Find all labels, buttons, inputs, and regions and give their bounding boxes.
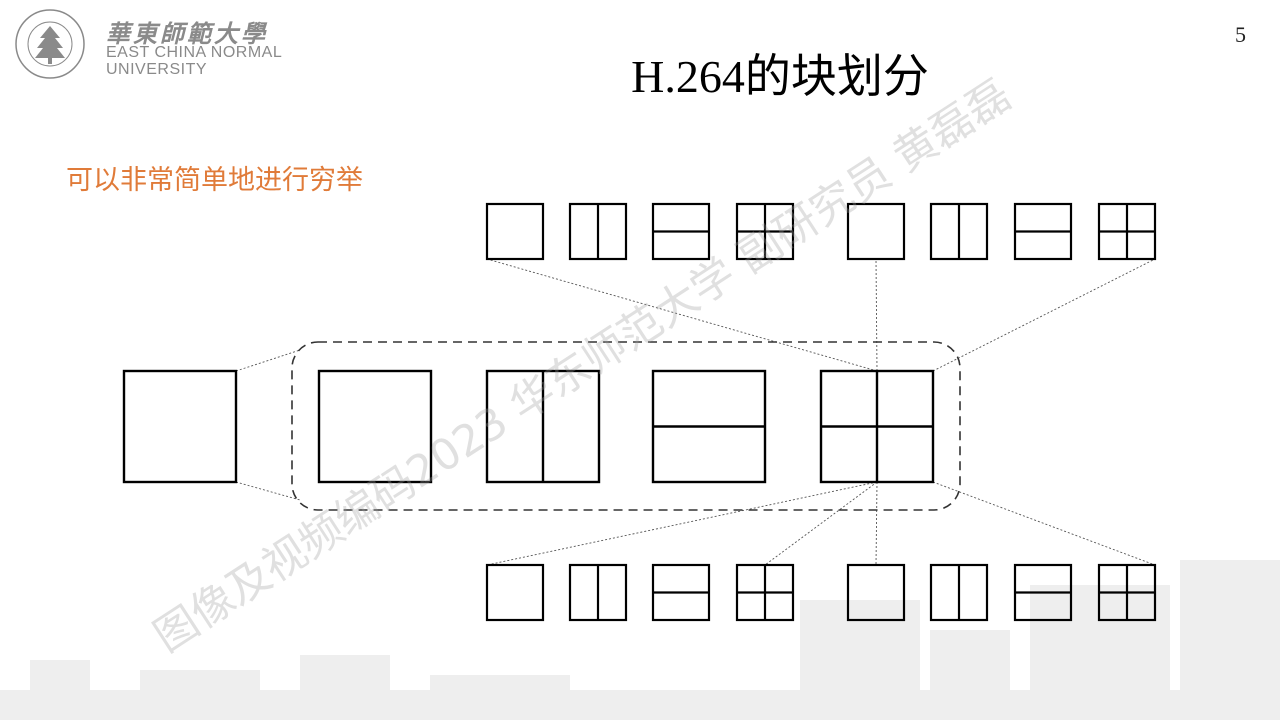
connector-bot-5: [875, 481, 878, 566]
block-root: [122, 369, 238, 484]
connector-bot-4: [764, 481, 878, 566]
connector-bot-8: [932, 481, 1156, 566]
connector-root-top: [235, 349, 301, 372]
block-bot-6: [929, 563, 989, 622]
block-top-2: [568, 202, 628, 261]
block-bot-1: [485, 563, 545, 622]
connector-root-bottom: [235, 481, 301, 501]
block-top-6: [929, 202, 989, 261]
block-mid-3: [651, 369, 767, 484]
block-bot-4: [735, 563, 795, 622]
slide: 華東師範大學 EAST CHINA NORMAL UNIVERSITY 5 H.…: [0, 0, 1280, 720]
block-top-8: [1097, 202, 1157, 261]
connector-top-5: [875, 258, 878, 372]
connector-bot-1: [486, 481, 878, 566]
block-bot-3: [651, 563, 711, 622]
block-top-7: [1013, 202, 1073, 261]
connector-top-8: [932, 258, 1156, 372]
block-bot-2: [568, 563, 628, 622]
block-mid-4: [819, 369, 935, 484]
block-top-1: [485, 202, 545, 261]
